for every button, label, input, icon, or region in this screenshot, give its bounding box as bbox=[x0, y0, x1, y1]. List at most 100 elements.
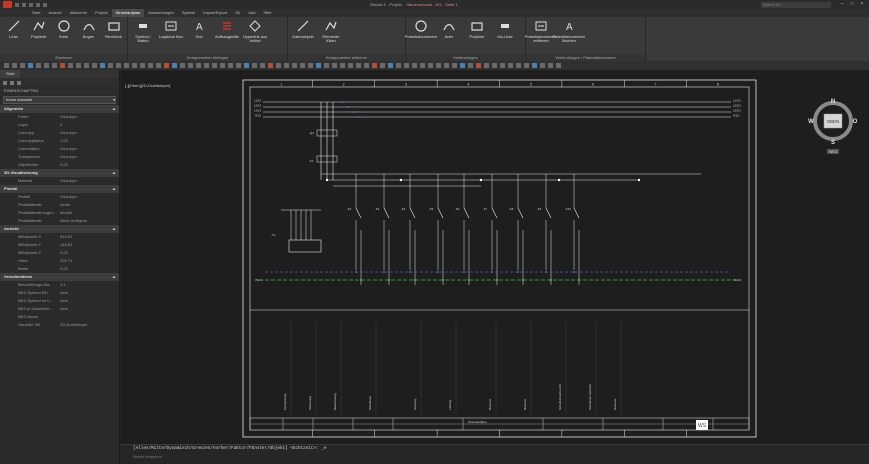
toolbar-icon[interactable] bbox=[476, 63, 481, 68]
toolbar-icon[interactable] bbox=[68, 63, 73, 68]
property-value[interactable]: 0 bbox=[60, 121, 119, 129]
redo-icon[interactable] bbox=[43, 2, 47, 7]
property-row[interactable]: Material VonLayer bbox=[0, 177, 119, 185]
ribbon-button[interactable]: Bogen bbox=[77, 19, 100, 39]
property-row[interactable]: Linientyp VonLayer bbox=[0, 129, 119, 137]
toolbar-icon[interactable] bbox=[220, 63, 225, 68]
selection-dropdown[interactable]: Keine Auswahl ▾ bbox=[3, 96, 116, 104]
toolbar-icon[interactable] bbox=[348, 63, 353, 68]
property-value[interactable]: 148.52 bbox=[60, 241, 119, 249]
toolbar-icon[interactable] bbox=[524, 63, 529, 68]
toolbar-icon[interactable] bbox=[76, 63, 81, 68]
toolbar-icon[interactable] bbox=[188, 63, 193, 68]
compass-north[interactable]: N bbox=[831, 99, 835, 105]
property-value[interactable] bbox=[60, 313, 119, 321]
toolbar-icon[interactable] bbox=[428, 63, 433, 68]
toolbar-icon[interactable] bbox=[340, 63, 345, 68]
toolbar-icon[interactable] bbox=[28, 63, 33, 68]
menu-tab[interactable]: Projekt bbox=[91, 9, 111, 17]
toolbar-icon[interactable] bbox=[204, 63, 209, 68]
property-row[interactable]: Linientypfaktor 1.00 bbox=[0, 137, 119, 145]
property-row[interactable]: Breite 0.00 bbox=[0, 265, 119, 273]
property-row[interactable]: Transparenz VonLayer bbox=[0, 153, 119, 161]
toolbar-icon[interactable] bbox=[332, 63, 337, 68]
compass-west[interactable]: W bbox=[808, 119, 814, 125]
toolbar-icon[interactable] bbox=[412, 63, 417, 68]
toolbar-icon[interactable] bbox=[172, 63, 177, 68]
toolbar-icon[interactable] bbox=[92, 63, 97, 68]
property-value[interactable]: Modell bbox=[60, 209, 119, 217]
property-row[interactable]: BKS-Symbol Ein Kein bbox=[0, 289, 119, 297]
property-section-header[interactable]: Allgemein ▴ bbox=[0, 105, 119, 113]
toolbar-icon[interactable] bbox=[444, 63, 449, 68]
property-row[interactable]: Layer 0 bbox=[0, 121, 119, 129]
property-value[interactable]: Kein bbox=[60, 305, 119, 313]
property-row[interactable]: Objekthöhe 0.00 bbox=[0, 161, 119, 169]
property-row[interactable]: Visueller Stil 2D-Drahtkörper bbox=[0, 321, 119, 329]
property-section-header[interactable]: Ansicht ▴ bbox=[0, 225, 119, 233]
menu-tab[interactable]: Aktivieren bbox=[66, 9, 92, 17]
ribbon-button[interactable]: Rechteck bbox=[102, 19, 125, 39]
property-value[interactable]: 1:1 bbox=[60, 281, 119, 289]
ribbon-button[interactable]: Ader bbox=[436, 19, 462, 39]
toolbar-icon[interactable] bbox=[364, 63, 369, 68]
ribbon-button[interactable]: Kreis bbox=[52, 19, 75, 39]
collapse-icon[interactable]: ▴ bbox=[113, 185, 115, 193]
toolbar-icon[interactable] bbox=[260, 63, 265, 68]
toolbar-icon[interactable] bbox=[228, 63, 233, 68]
property-section-header[interactable]: Plotstil ▴ bbox=[0, 185, 119, 193]
ribbon-button[interactable]: Potentialnummern editieren bbox=[525, 19, 557, 43]
collapse-icon[interactable]: ▴ bbox=[113, 105, 115, 113]
toolbar-icon[interactable] bbox=[12, 63, 17, 68]
toolbar-icon[interactable] bbox=[316, 63, 321, 68]
ribbon-button[interactable]: Symbol / Makro bbox=[130, 19, 156, 43]
property-row[interactable]: Linienstärke VonLayer bbox=[0, 145, 119, 153]
property-row[interactable]: Plotstiltabelle zugeo... Modell bbox=[0, 209, 119, 217]
toolbar-icon[interactable] bbox=[116, 63, 121, 68]
app-logo-icon[interactable] bbox=[3, 1, 12, 8]
toolbar-icon[interactable] bbox=[52, 63, 57, 68]
toolbar-icon[interactable] bbox=[284, 63, 289, 68]
ribbon-button[interactable]: Polylinie bbox=[27, 19, 50, 39]
toolbar-icon[interactable] bbox=[460, 63, 465, 68]
toolbar-icon[interactable] bbox=[404, 63, 409, 68]
toolbar-icon[interactable] bbox=[276, 63, 281, 68]
property-value[interactable]: 0.00 bbox=[60, 249, 119, 257]
property-row[interactable]: Plotstiltabelle Keine bbox=[0, 201, 119, 209]
minimize-icon[interactable]: – bbox=[839, 2, 845, 7]
drawing-viewport[interactable]: 1 2 3 4 5 6 7 8 L1/13 L1/2/1 L2/13 L2/2/1 L3/13 L3/2/… bbox=[121, 70, 869, 444]
property-value[interactable]: VonLayer bbox=[60, 153, 119, 161]
property-value[interactable]: Kein bbox=[60, 289, 119, 297]
toolbar-icon[interactable] bbox=[484, 63, 489, 68]
ribbon-button[interactable]: Hyperlink aus Artikel bbox=[242, 19, 268, 43]
property-value[interactable]: VonLayer bbox=[60, 129, 119, 137]
ribbon-button[interactable]: Linie bbox=[2, 19, 25, 39]
menu-tab[interactable]: Start bbox=[28, 9, 44, 17]
viewcube-compass[interactable]: OBEN N S W O WKS bbox=[808, 95, 858, 155]
ribbon-button[interactable]: Datenobjekt bbox=[290, 19, 316, 39]
toolbar-icon[interactable] bbox=[132, 63, 137, 68]
toolbar-icon[interactable] bbox=[492, 63, 497, 68]
property-value[interactable]: VonLayer bbox=[60, 177, 119, 185]
toolbar-icon[interactable] bbox=[148, 63, 153, 68]
help-search-input[interactable]: Online Hi... bbox=[761, 1, 831, 8]
collapse-icon[interactable]: ▴ bbox=[113, 169, 115, 177]
toolbar-icon[interactable] bbox=[140, 63, 145, 68]
toolbar-icon[interactable] bbox=[244, 63, 249, 68]
toolbar-icon[interactable] bbox=[324, 63, 329, 68]
toolbar-icon[interactable] bbox=[516, 63, 521, 68]
toolbar-icon[interactable] bbox=[388, 63, 393, 68]
toolbar-icon[interactable] bbox=[196, 63, 201, 68]
toolbar-icon[interactable] bbox=[156, 63, 161, 68]
toolbar-icon[interactable] bbox=[308, 63, 313, 68]
viewport-controls[interactable]: [-][Oben][2D-Drahtkörper] bbox=[121, 82, 174, 90]
toolbar-icon[interactable] bbox=[532, 63, 537, 68]
toolbar-icon[interactable] bbox=[108, 63, 113, 68]
collapse-icon[interactable]: ▴ bbox=[113, 273, 115, 281]
property-value[interactable]: 295.71 bbox=[60, 257, 119, 265]
command-input[interactable]: Befehl eingeben bbox=[121, 453, 869, 461]
toolbar-icon[interactable] bbox=[252, 63, 257, 68]
toolbar-icon[interactable] bbox=[292, 63, 297, 68]
property-row[interactable]: BKS je Ansichtsfe... Kein bbox=[0, 305, 119, 313]
toolbar-icon[interactable] bbox=[268, 63, 273, 68]
